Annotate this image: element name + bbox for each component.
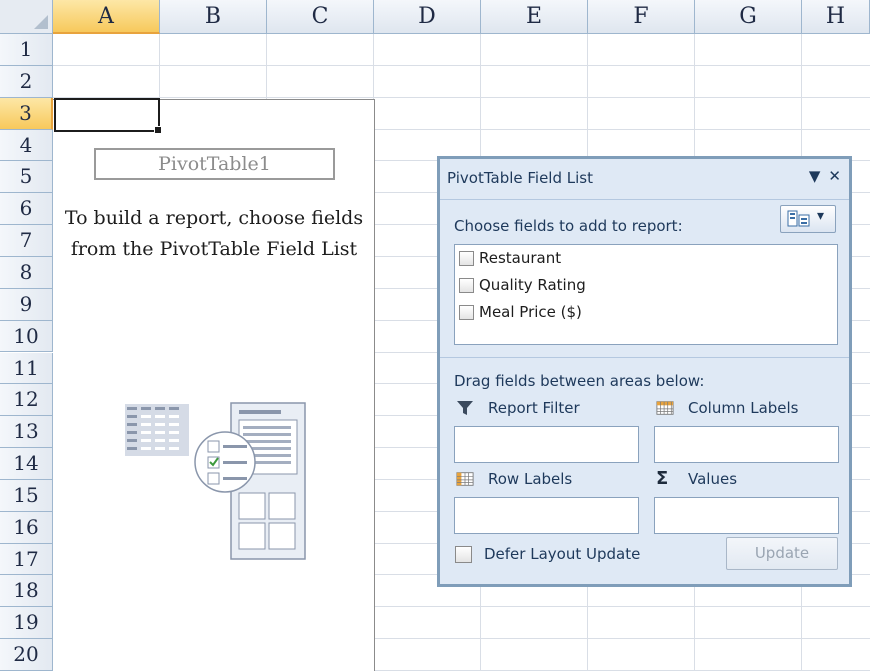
values-drop-area[interactable] [654,497,839,534]
field-item-restaurant[interactable]: Restaurant [459,247,561,269]
column-header-g[interactable]: G [695,0,802,34]
select-all-corner[interactable] [0,0,53,34]
values-label: Values [688,470,738,488]
fill-handle[interactable] [154,126,162,134]
update-button[interactable]: Update [726,537,838,570]
pivot-instructions: To build a report, choose fields from th… [53,203,375,265]
field-item-quality-rating[interactable]: Quality Rating [459,274,586,296]
row-header-4[interactable]: 4 [0,129,53,162]
column-labels-label: Column Labels [688,399,799,417]
column-header-d[interactable]: D [374,0,481,34]
select-all-triangle-icon [34,15,48,29]
field-label: Meal Price ($) [479,303,582,321]
row-header-15[interactable]: 15 [0,479,53,512]
pivot-instruction-line-2: from the PivotTable Field List [70,238,358,260]
defer-layout-row[interactable]: Defer Layout Update [455,545,640,563]
layout-chevron-down-icon: ▾ [817,208,825,224]
pivot-table-name: PivotTable1 [94,148,335,180]
title-separator [440,199,849,200]
field-layout-icon [787,210,810,227]
row-labels-drop-area[interactable] [454,497,639,534]
row-header-17[interactable]: 17 [0,543,53,576]
field-item-meal-price[interactable]: Meal Price ($) [459,301,582,323]
row-header-14[interactable]: 14 [0,448,53,480]
filter-funnel-icon [457,401,473,415]
pivot-table-placeholder[interactable]: PivotTable1 To build a report, choose fi… [53,99,375,671]
row-header-11[interactable]: 11 [0,352,53,385]
column-labels-drop-area[interactable] [654,426,839,463]
report-filter-label-group: Report Filter [456,399,580,417]
column-labels-grid-icon [656,401,674,415]
row-gridline [53,64,870,66]
column-header-c[interactable]: C [267,0,374,34]
row-header-7[interactable]: 7 [0,225,53,257]
choose-fields-label: Choose fields to add to report: [454,217,683,235]
row-header-19[interactable]: 19 [0,607,53,640]
pivot-instruction-line-1: To build a report, choose fields [64,207,364,229]
row-labels-grid-icon [456,472,474,486]
defer-layout-label: Defer Layout Update [484,545,641,563]
field-checkbox-restaurant[interactable] [459,250,474,266]
row-header-2[interactable]: 2 [0,65,53,98]
drag-fields-label: Drag fields between areas below: [454,372,705,390]
row-header-1[interactable]: 1 [0,34,53,66]
field-layout-button[interactable]: ▾ [780,205,836,233]
field-label: Restaurant [479,249,562,267]
row-header-18[interactable]: 18 [0,575,53,608]
areas-separator [440,357,849,358]
row-header-16[interactable]: 16 [0,511,53,544]
field-list-title: PivotTable Field List [447,169,593,187]
panel-menu-triangle-down-icon[interactable]: ▼ [809,167,821,185]
column-header-b[interactable]: B [160,0,267,34]
pivot-field-list-panel: PivotTable Field List ▼ ✕ Choose fields t… [437,156,852,587]
column-header-e[interactable]: E [481,0,588,34]
defer-layout-checkbox[interactable] [455,545,472,563]
column-header-f[interactable]: F [588,0,695,34]
field-label: Quality Rating [479,276,586,294]
row-header-6[interactable]: 6 [0,193,53,226]
report-filter-drop-area[interactable] [454,426,639,463]
row-labels-label-group: Row Labels [456,470,572,488]
row-header-10[interactable]: 10 [0,320,53,353]
pivot-table-illustration-icon [125,402,306,560]
column-header-a[interactable]: A [53,0,160,34]
row-header-13[interactable]: 13 [0,416,53,449]
row-header-5[interactable]: 5 [0,161,53,194]
column-header-h[interactable]: H [802,0,870,34]
sigma-icon: Σ [656,468,669,489]
report-filter-label: Report Filter [488,399,580,417]
panel-controls: ▼ ✕ [801,167,841,185]
row-header-3[interactable]: 3 [0,97,53,130]
row-header-9[interactable]: 9 [0,288,53,321]
row-gridline [53,96,870,98]
field-checkbox-meal-price[interactable] [459,304,474,320]
values-label-group: Σ Values [656,468,738,489]
column-labels-label-group: Column Labels [656,399,799,417]
field-list-box: Restaurant Quality Rating Meal Price ($) [454,244,838,345]
row-header-8[interactable]: 8 [0,256,53,289]
active-cell-A3[interactable] [54,98,162,134]
row-header-12[interactable]: 12 [0,384,53,417]
field-checkbox-quality-rating[interactable] [459,277,474,293]
row-header-20[interactable]: 20 [0,639,53,671]
row-labels-label: Row Labels [488,470,573,488]
panel-close-icon[interactable]: ✕ [828,167,841,185]
